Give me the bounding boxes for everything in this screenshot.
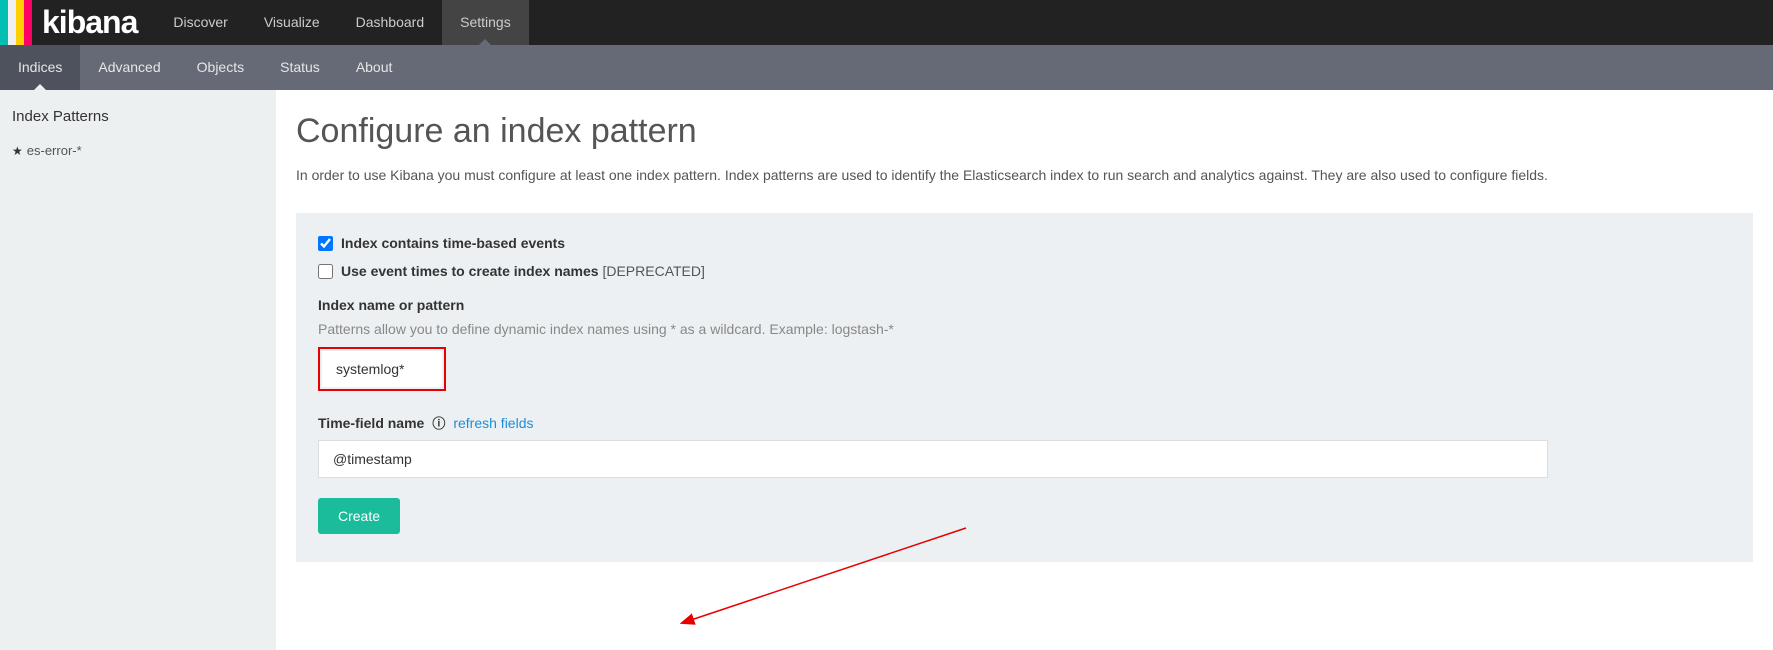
logo-stripes (0, 0, 32, 45)
index-input-highlight (318, 347, 446, 391)
tab-indices[interactable]: Indices (0, 45, 80, 90)
refresh-fields-link[interactable]: refresh fields (453, 415, 533, 431)
time-field-input[interactable] (318, 440, 1548, 478)
checkbox-time-based-label: Index contains time-based events (341, 235, 565, 251)
info-icon[interactable]: ⓘ (432, 413, 445, 432)
checkbox-time-based[interactable] (318, 236, 333, 251)
secondary-nav: Indices Advanced Objects Status About (0, 45, 1773, 90)
main-content: Configure an index pattern In order to u… (276, 90, 1773, 650)
nav-dashboard[interactable]: Dashboard (338, 0, 443, 45)
index-name-input[interactable] (322, 351, 442, 387)
tab-about[interactable]: About (338, 45, 411, 90)
sidebar-item-label: es-error-* (27, 143, 82, 158)
index-name-label: Index name or pattern (318, 297, 1731, 313)
index-name-help: Patterns allow you to define dynamic ind… (318, 321, 1731, 337)
sidebar-title: Index Patterns (10, 104, 266, 139)
brand-logo: kibana (0, 0, 155, 45)
config-panel: Index contains time-based events Use eve… (296, 213, 1753, 562)
sidebar: Index Patterns ★ es-error-* (0, 90, 276, 650)
brand-name: kibana (42, 0, 137, 45)
create-button[interactable]: Create (318, 498, 400, 534)
page-description: In order to use Kibana you must configur… (296, 165, 1753, 185)
time-field-label: Time-field name (318, 415, 424, 431)
checkbox-event-times[interactable] (318, 264, 333, 279)
tab-objects[interactable]: Objects (179, 45, 262, 90)
sidebar-item-es-error[interactable]: ★ es-error-* (10, 139, 266, 162)
tab-status[interactable]: Status (262, 45, 338, 90)
nav-discover[interactable]: Discover (155, 0, 245, 45)
tab-advanced[interactable]: Advanced (80, 45, 178, 90)
top-navbar: kibana Discover Visualize Dashboard Sett… (0, 0, 1773, 45)
checkbox-event-times-label: Use event times to create index names [D… (341, 263, 705, 279)
deprecated-tag: [DEPRECATED] (602, 263, 704, 279)
page-title: Configure an index pattern (296, 112, 1753, 151)
nav-settings[interactable]: Settings (442, 0, 529, 45)
nav-visualize[interactable]: Visualize (246, 0, 338, 45)
star-icon: ★ (12, 144, 23, 158)
primary-nav: Discover Visualize Dashboard Settings (155, 0, 528, 45)
